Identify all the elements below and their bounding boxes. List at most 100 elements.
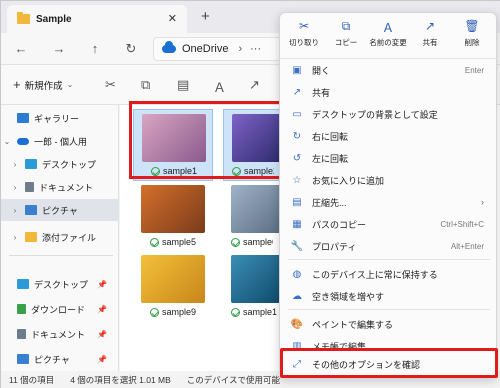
sidebar-item-pictures[interactable]: › ピクチャ: [1, 199, 119, 221]
breadcrumb-separator[interactable]: ›: [238, 43, 242, 55]
sidebar-item-label: ドキュメント: [31, 329, 86, 340]
wallpaper-icon: ▭: [292, 108, 302, 120]
paste-icon[interactable]: ▤: [177, 77, 189, 93]
folder-icon: [17, 12, 30, 24]
file-item[interactable]: sample9: [133, 251, 213, 323]
sidebar-item-label: ピクチャ: [42, 205, 78, 216]
sidebar-item-quick-downloads[interactable]: ダウンロード 📌: [1, 298, 119, 320]
desktop-folder-icon: [17, 279, 29, 289]
refresh-icon[interactable]: ↻: [123, 41, 139, 57]
menu-item-set-wallpaper[interactable]: ▭ デスクトップの背景として設定: [284, 103, 494, 125]
sidebar-item-label: ピクチャ: [34, 354, 70, 365]
rename-button[interactable]: Ａ 名前の変更: [366, 19, 410, 48]
chevron-right-icon: ›: [481, 197, 484, 207]
cut-button[interactable]: ✂ 切り取り: [282, 19, 326, 48]
copy-icon: ⧉: [341, 19, 351, 33]
sidebar-item-label: ドキュメント: [39, 182, 94, 193]
more-options-highlight: [280, 348, 498, 378]
open-icon: ▣: [292, 64, 302, 76]
sidebar-item-label: デスクトップ: [42, 159, 97, 170]
menu-item-rotate-right[interactable]: ↻ 右に回転: [284, 125, 494, 147]
sidebar-item-gallery[interactable]: ギャラリー: [1, 107, 119, 129]
synced-icon: [231, 307, 240, 317]
availability-status: このデバイスで使用可能: [186, 375, 281, 385]
up-icon[interactable]: ↑: [87, 41, 103, 56]
menu-item-keep-on-device[interactable]: ◍ このデバイス上に常に保持する: [284, 263, 494, 285]
copy-icon[interactable]: ⧉: [141, 77, 150, 93]
pin-icon[interactable]: 📌: [97, 305, 107, 314]
paint-icon: 🎨: [290, 318, 304, 330]
star-icon: ☆: [292, 174, 302, 186]
documents-folder-icon: [17, 329, 26, 339]
chevron-right-icon[interactable]: ›: [9, 233, 21, 242]
chevron-right-icon[interactable]: ›: [9, 183, 21, 192]
menu-item-compress[interactable]: ▤ 圧縮先... ›: [284, 191, 494, 213]
properties-icon: 🔧: [290, 240, 304, 252]
menu-item-share[interactable]: ↗ 共有: [284, 81, 494, 103]
selection-info: 4 個の項目を選択 1.01 MB: [70, 375, 171, 385]
share-button[interactable]: ↗ 共有: [408, 19, 452, 48]
divider: [9, 255, 113, 256]
menu-item-properties[interactable]: 🔧 プロパティ Alt+Enter: [284, 235, 494, 257]
scissors-icon[interactable]: ✂: [105, 77, 116, 93]
desktop-folder-icon: [25, 159, 37, 169]
file-name: sample9: [161, 307, 197, 317]
chevron-right-icon[interactable]: ›: [9, 206, 21, 215]
scissors-icon: ✂: [298, 19, 310, 33]
gallery-icon: [17, 113, 29, 123]
copy-button[interactable]: ⧉ コピー: [324, 19, 368, 48]
address-text: OneDrive: [182, 43, 229, 55]
forward-icon[interactable]: →: [51, 41, 67, 56]
menu-item-edit-paint[interactable]: 🎨 ペイントで編集する: [284, 313, 494, 335]
onedrive-icon: [17, 137, 29, 145]
tab-sample[interactable]: Sample ✕: [7, 5, 187, 33]
more-icon[interactable]: ···: [250, 43, 261, 55]
sidebar-item-onedrive[interactable]: ⌄ 一郎 - 個人用: [1, 130, 119, 152]
menu-item-add-favorite[interactable]: ☆ お気に入りに追加: [284, 169, 494, 191]
tab-title: Sample: [36, 13, 72, 25]
context-menu: ✂ 切り取り ⧉ コピー Ａ 名前の変更 ↗ 共有 🗑 削除 ▣ 開く Ente…: [279, 12, 498, 378]
chevron-right-icon[interactable]: ›: [9, 160, 21, 169]
share-icon[interactable]: ↗: [249, 77, 260, 93]
sidebar-item-quick-desktop[interactable]: デスクトップ 📌: [1, 273, 119, 295]
image-thumbnail: [141, 185, 205, 233]
sidebar-item-quick-documents[interactable]: ドキュメント 📌: [1, 323, 119, 345]
divider: [288, 259, 490, 260]
image-thumbnail: [231, 185, 281, 233]
pin-icon[interactable]: 📌: [97, 330, 107, 339]
file-item[interactable]: sample6: [223, 181, 281, 253]
item-count: 11 個の項目: [9, 375, 55, 385]
rename-icon[interactable]: Ａ: [213, 77, 226, 96]
menu-item-open[interactable]: ▣ 開く Enter: [284, 59, 494, 81]
file-name: sample6: [243, 237, 273, 247]
zip-icon: ▤: [292, 196, 302, 208]
delete-button[interactable]: 🗑 削除: [450, 19, 494, 48]
downloads-folder-icon: [17, 304, 26, 314]
sidebar-item-documents[interactable]: › ドキュメント: [1, 176, 119, 198]
onedrive-icon: [162, 41, 176, 53]
new-tab-button[interactable]: +: [201, 8, 210, 25]
sidebar-item-label: ダウンロード: [31, 304, 86, 315]
menu-item-free-up-space[interactable]: ☁ 空き領域を増やす: [284, 285, 494, 307]
sidebar-item-desktop[interactable]: › デスクトップ: [1, 153, 119, 175]
pin-icon[interactable]: 📌: [97, 280, 107, 289]
back-icon[interactable]: ←: [13, 41, 29, 56]
sidebar-item-label: 添付ファイル: [42, 232, 97, 243]
quick-actions: ✂ 切り取り ⧉ コピー Ａ 名前の変更 ↗ 共有 🗑 削除: [280, 13, 498, 59]
file-name: sample10: [243, 307, 277, 317]
new-button[interactable]: + 新規作成 ⌄: [13, 77, 73, 92]
pin-icon[interactable]: 📌: [97, 355, 107, 364]
share-icon: ↗: [292, 86, 302, 98]
address-bar[interactable]: OneDrive › ···: [153, 37, 293, 61]
menu-item-copy-path[interactable]: ▦ パスのコピー Ctrl+Shift+C: [284, 213, 494, 235]
menu-item-rotate-left[interactable]: ↺ 左に回転: [284, 147, 494, 169]
plus-icon: +: [13, 77, 21, 92]
close-icon[interactable]: ✕: [168, 12, 177, 25]
synced-icon: [231, 237, 240, 247]
sidebar-item-quick-pictures[interactable]: ピクチャ 📌: [1, 348, 119, 370]
file-item[interactable]: sample10: [223, 251, 281, 323]
file-item[interactable]: sample5: [133, 181, 213, 253]
chevron-down-icon[interactable]: ⌄: [1, 137, 13, 146]
file-name: sample5: [161, 237, 197, 247]
sidebar-item-attachments[interactable]: › 添付ファイル: [1, 226, 119, 248]
